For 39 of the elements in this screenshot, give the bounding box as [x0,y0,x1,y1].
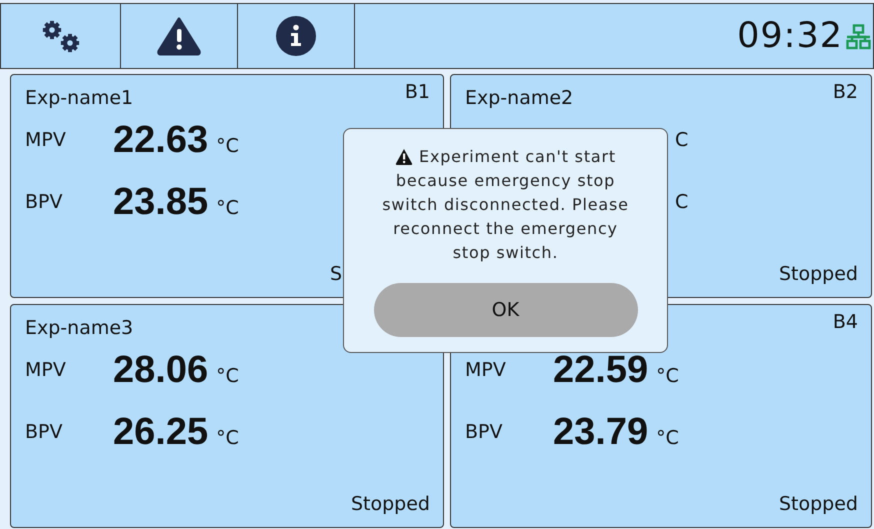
reading-value: 22.63 [113,118,208,163]
network-icon [846,24,871,50]
warning-icon [157,16,201,56]
status-text: Stopped [778,493,858,515]
ok-button[interactable]: OK [374,283,638,337]
status-text: S [330,263,344,285]
experiment-name: Exp-name2 [465,87,574,109]
unit-label: C [675,129,688,151]
reading-label: BPV [25,421,64,443]
unit-label: °C [216,197,239,219]
status-text: Stopped [778,263,858,285]
info-icon [276,16,316,56]
experiment-name: Exp-name1 [25,87,134,109]
unit-label: °C [656,427,679,449]
unit-label: C [675,191,688,213]
status-text: Stopped [350,493,430,515]
alert-message: because emergency stop switch disconnected. Please reconnect the emergency stop switch. [381,170,630,264]
reading-value: 28.06 [113,348,208,393]
slot-label: B1 [404,81,430,103]
unit-label: °C [216,135,239,157]
unit-label: °C [216,365,239,387]
reading-value: 23.79 [553,410,648,455]
gears-icon [40,19,80,53]
reading-label: MPV [465,359,507,381]
reading-label: MPV [25,359,67,381]
slot-label: B2 [832,81,858,103]
reading-label: BPV [465,421,504,443]
reading-value: 22.59 [553,348,648,393]
reading-value: 26.25 [113,410,208,455]
slot-label: B4 [832,311,858,333]
reading-label: BPV [25,191,64,213]
unit-label: °C [216,427,239,449]
unit-label: °C [656,365,679,387]
reading-label: MPV [25,129,67,151]
experiment-name: Exp-name3 [25,317,134,339]
reading-value: 23.85 [113,180,208,225]
alert-title: Experiment can't start [419,146,616,168]
warning-icon [395,148,414,166]
clock-time: 09:32 [737,16,843,56]
